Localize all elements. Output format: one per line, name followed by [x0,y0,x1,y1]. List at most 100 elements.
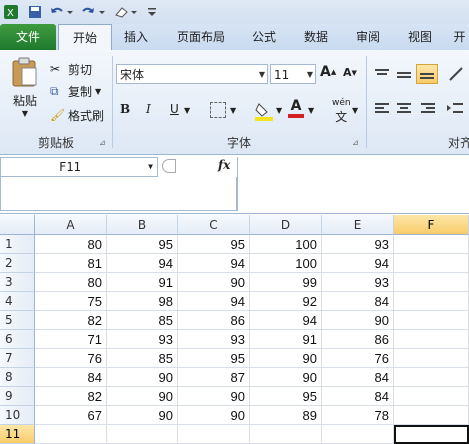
chevron-down-icon[interactable]: ▼ [276,106,282,115]
table-cell[interactable] [394,349,469,368]
paste-button[interactable]: 粘贴 ▼ [8,56,42,126]
table-cell[interactable]: 76 [35,349,107,368]
row-header[interactable]: 9 [0,387,35,406]
row-header[interactable]: 10 [0,406,35,425]
tab-review[interactable]: 审阅 [346,24,390,50]
tab-insert[interactable]: 插入 [112,24,160,50]
row-header[interactable]: 5 [0,311,35,330]
borders-icon[interactable] [210,102,226,118]
row-header[interactable]: 2 [0,254,35,273]
font-color-button[interactable]: A [288,98,304,118]
chevron-down-icon[interactable]: ▼ [352,106,358,115]
dialog-launcher-icon[interactable]: ⊿ [352,138,359,147]
table-cell[interactable]: 90 [250,368,322,387]
table-cell[interactable]: 76 [322,349,394,368]
orientation-icon[interactable] [448,66,466,85]
chevron-down-icon[interactable]: ▼ [230,106,236,115]
table-cell[interactable]: 90 [107,387,178,406]
row-header[interactable]: 8 [0,368,35,387]
table-cell[interactable]: 98 [107,292,178,311]
excel-logo-icon[interactable]: X [2,3,20,21]
format-painter-button[interactable]: 🖌 格式刷 [50,106,104,124]
table-cell[interactable] [394,311,469,330]
row-header[interactable]: 1 [0,235,35,254]
table-cell[interactable]: 93 [107,330,178,349]
copy-button[interactable]: ⧉ 复制 ▼ [50,82,101,100]
save-icon[interactable] [26,3,44,21]
table-cell[interactable]: 95 [178,235,250,254]
chevron-down-icon[interactable]: ▼ [148,158,153,176]
font-size-combo[interactable]: 11 ▼ [270,64,316,84]
font-name-combo[interactable]: 宋体 ▼ [116,64,268,84]
row-header[interactable]: 3 [0,273,35,292]
table-cell[interactable]: 91 [107,273,178,292]
table-cell[interactable]: 90 [178,387,250,406]
table-cell[interactable]: 71 [35,330,107,349]
cut-button[interactable]: ✂ 剪切 [50,60,92,78]
align-left-icon[interactable] [374,102,390,119]
table-cell[interactable]: 84 [322,387,394,406]
align-bottom-icon[interactable] [416,64,438,84]
fill-color-button[interactable] [254,100,276,125]
column-header-a[interactable]: A [35,215,107,235]
table-cell[interactable] [394,368,469,387]
table-cell[interactable]: 100 [250,254,322,273]
table-cell[interactable] [394,273,469,292]
table-cell[interactable]: 81 [35,254,107,273]
eraser-icon[interactable] [112,3,140,21]
align-top-icon[interactable] [374,68,390,85]
table-cell[interactable]: 84 [35,368,107,387]
bold-button[interactable]: B [120,102,130,116]
table-cell[interactable]: 92 [250,292,322,311]
column-header-c[interactable]: C [178,215,250,235]
table-cell[interactable]: 87 [178,368,250,387]
table-cell[interactable]: 99 [250,273,322,292]
table-cell[interactable]: 84 [322,368,394,387]
table-cell[interactable]: 84 [322,292,394,311]
underline-button[interactable]: U [170,102,179,116]
table-cell[interactable]: 90 [178,273,250,292]
table-cell[interactable]: 100 [250,235,322,254]
table-cell[interactable]: 78 [322,406,394,425]
table-cell[interactable]: 67 [35,406,107,425]
table-cell[interactable]: 91 [250,330,322,349]
italic-button[interactable]: I [146,102,151,116]
shrink-font-icon[interactable]: A ▼ [343,66,357,79]
table-cell[interactable]: 94 [322,254,394,273]
table-cell[interactable]: 94 [107,254,178,273]
column-header-e[interactable]: E [322,215,394,235]
tab-data[interactable]: 数据 [294,24,338,50]
table-cell[interactable] [394,406,469,425]
table-cell[interactable]: 93 [322,235,394,254]
formula-input[interactable] [237,157,469,211]
table-cell[interactable]: 80 [35,273,107,292]
table-cell[interactable]: 86 [178,311,250,330]
tab-view[interactable]: 视图 [398,24,442,50]
indent-icon[interactable] [446,102,464,119]
tab-formulas[interactable]: 公式 [242,24,286,50]
phonetic-guide-button[interactable]: wén 文 [332,98,351,125]
table-cell[interactable] [394,387,469,406]
row-header[interactable]: 4 [0,292,35,311]
table-cell[interactable]: 95 [107,235,178,254]
chevron-down-icon[interactable]: ▼ [184,106,190,115]
insert-function-button[interactable]: fx [218,158,230,172]
table-cell[interactable]: 85 [107,311,178,330]
table-cell[interactable]: 93 [178,330,250,349]
table-cell[interactable]: 75 [35,292,107,311]
table-cell[interactable]: 80 [35,235,107,254]
tab-home[interactable]: 开始 [58,24,112,52]
table-cell[interactable]: 90 [178,406,250,425]
table-cell[interactable]: 94 [178,292,250,311]
column-header-b[interactable]: B [107,215,178,235]
table-cell[interactable]: 90 [107,368,178,387]
tab-page-layout[interactable]: 页面布局 [168,24,234,50]
row-header[interactable]: 7 [0,349,35,368]
table-cell[interactable]: 82 [35,387,107,406]
table-cell[interactable] [394,254,469,273]
table-cell[interactable]: 93 [322,273,394,292]
grow-font-icon[interactable]: A ▲ [320,64,336,80]
align-center-icon[interactable] [396,102,412,119]
table-cell[interactable]: 94 [178,254,250,273]
table-cell[interactable]: 82 [35,311,107,330]
